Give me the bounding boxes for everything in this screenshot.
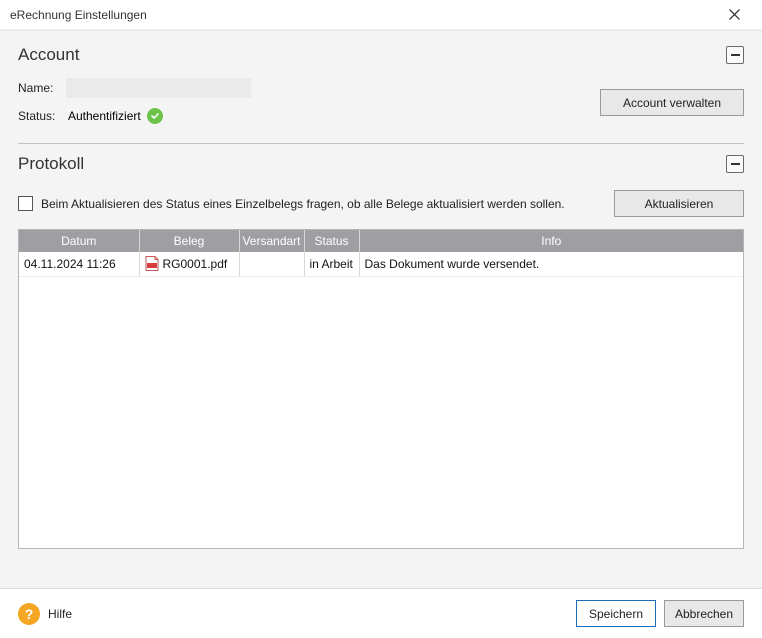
footer: ? Hilfe Speichern Abbrechen — [0, 588, 762, 638]
account-status-value: Authentifiziert — [68, 109, 141, 123]
save-button[interactable]: Speichern — [576, 600, 656, 627]
account-fields: Name: Status: Authentifiziert — [18, 77, 600, 127]
minus-icon — [731, 54, 740, 56]
account-section-header: Account — [18, 45, 744, 65]
account-status-row: Status: Authentifiziert — [18, 105, 600, 127]
content-area: Account Name: Status: Authentifiziert Ac… — [0, 30, 762, 588]
cell-versandart — [239, 252, 304, 276]
account-name-row: Name: — [18, 77, 600, 99]
col-header-beleg[interactable]: Beleg — [139, 230, 239, 252]
col-header-status[interactable]: Status — [304, 230, 359, 252]
footer-buttons: Speichern Abbrechen — [576, 600, 744, 627]
account-section-title: Account — [18, 45, 726, 65]
manage-account-button[interactable]: Account verwalten — [600, 89, 744, 116]
table-header-row: Datum Beleg Versandart Status Info — [19, 230, 743, 252]
cancel-button[interactable]: Abbrechen — [664, 600, 744, 627]
protokoll-section-title: Protokoll — [18, 154, 726, 174]
protokoll-collapse-button[interactable] — [726, 155, 744, 173]
cell-info: Das Dokument wurde versendet. — [359, 252, 743, 276]
account-name-value — [66, 78, 251, 98]
account-status-label: Status: — [18, 109, 66, 123]
close-icon — [729, 9, 740, 20]
protokoll-options-row: Beim Aktualisieren des Status eines Einz… — [18, 190, 744, 217]
ask-update-all-checkbox[interactable] — [18, 196, 33, 211]
col-header-datum[interactable]: Datum — [19, 230, 139, 252]
account-collapse-button[interactable] — [726, 46, 744, 64]
section-divider — [18, 143, 744, 144]
col-header-info[interactable]: Info — [359, 230, 743, 252]
cell-beleg-text: RG0001.pdf — [163, 257, 228, 271]
account-name-label: Name: — [18, 81, 66, 95]
pdf-icon — [145, 256, 159, 271]
refresh-button[interactable]: Aktualisieren — [614, 190, 744, 217]
help-label[interactable]: Hilfe — [48, 607, 576, 621]
table-row[interactable]: 04.11.2024 11:26 RG0001.pdf in Arbeit Da… — [19, 252, 743, 276]
account-actions: Account verwalten — [600, 77, 744, 127]
ask-update-all-label: Beim Aktualisieren des Status eines Einz… — [41, 197, 606, 211]
status-ok-icon — [147, 108, 163, 124]
help-icon[interactable]: ? — [18, 603, 40, 625]
cell-datum: 04.11.2024 11:26 — [19, 252, 139, 276]
protokoll-table: Datum Beleg Versandart Status Info 04.11… — [19, 230, 743, 277]
cell-status: in Arbeit — [304, 252, 359, 276]
col-header-versandart[interactable]: Versandart — [239, 230, 304, 252]
cell-beleg: RG0001.pdf — [139, 252, 239, 276]
account-body: Name: Status: Authentifiziert Account ve… — [18, 77, 744, 127]
protokoll-section-header: Protokoll — [18, 154, 744, 174]
close-button[interactable] — [714, 1, 754, 29]
window-title: eRechnung Einstellungen — [10, 8, 714, 22]
titlebar: eRechnung Einstellungen — [0, 0, 762, 30]
protokoll-grid[interactable]: Datum Beleg Versandart Status Info 04.11… — [18, 229, 744, 549]
minus-icon — [731, 163, 740, 165]
